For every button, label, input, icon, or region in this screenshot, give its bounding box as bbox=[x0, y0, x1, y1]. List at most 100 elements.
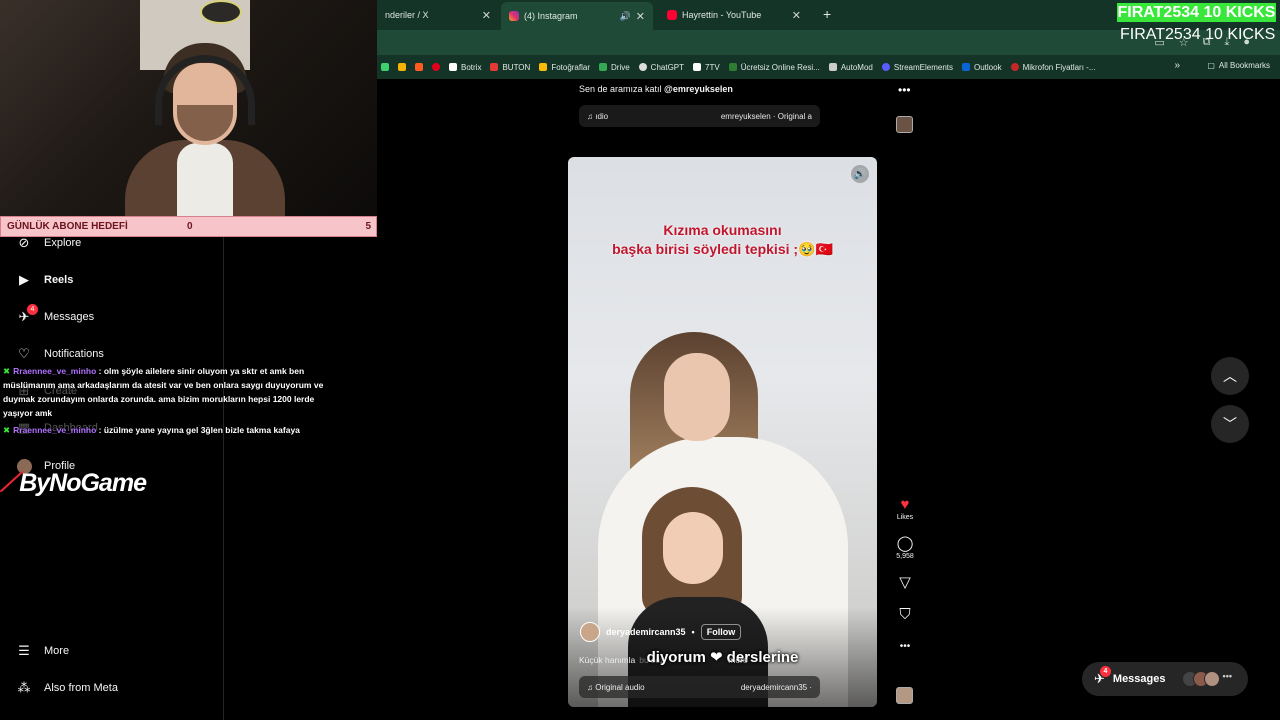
chat-message: ✖ Rraennee_ve_minho : üzülme yane yayına … bbox=[3, 423, 343, 437]
tab-label: nderiler / X bbox=[385, 10, 429, 20]
logo-mark-icon: ⟋ bbox=[0, 467, 18, 497]
caption-handle[interactable]: @emreyukselen bbox=[664, 84, 733, 94]
author-username[interactable]: deryademircann35 bbox=[606, 627, 686, 637]
speaker-icon[interactable]: 🔊 bbox=[851, 165, 869, 183]
bookmark-chatgpt[interactable]: ChatGPT bbox=[638, 63, 684, 72]
new-tab-button[interactable]: + bbox=[823, 6, 831, 22]
more-options-icon: ••• bbox=[899, 641, 911, 652]
chat-username: Rraennee_ve_minho bbox=[13, 425, 97, 435]
like-button[interactable]: ♥ Likes bbox=[897, 496, 913, 521]
tab-x[interactable]: nderiler / X ✕ bbox=[377, 4, 499, 26]
close-icon[interactable]: ✕ bbox=[636, 10, 645, 23]
bookmark-icon-2[interactable] bbox=[398, 63, 406, 71]
bookmark-icon-1[interactable] bbox=[381, 63, 389, 71]
bookmark-fotograflar[interactable]: Fotoğraflar bbox=[539, 63, 590, 72]
avatar bbox=[1203, 671, 1220, 687]
messages-pill[interactable]: ✈ 4 Messages ••• bbox=[1082, 662, 1248, 696]
more-options-icon[interactable]: ••• bbox=[898, 83, 911, 97]
close-icon[interactable]: ✕ bbox=[482, 9, 491, 22]
sidebar-item-more[interactable]: ☰ More bbox=[16, 643, 69, 659]
heart-icon: ♡ bbox=[18, 346, 30, 361]
subscriber-goal-bar: GÜNLÜK ABONE HEDEFİ 0 5 bbox=[0, 216, 377, 237]
unread-badge: 4 bbox=[27, 304, 38, 315]
tab-label: Hayrettin - YouTube bbox=[682, 10, 762, 20]
more-options-button[interactable]: ••• bbox=[900, 638, 911, 656]
dartboard bbox=[200, 0, 242, 24]
previous-reel-caption: Sen de aramıza katıl @emreyukselen bbox=[579, 84, 733, 94]
bookmark-botrix[interactable]: Botrix bbox=[449, 63, 481, 72]
chat-username: Rraennee_ve_minho bbox=[13, 366, 97, 376]
reel-author: deryademircann35 • Follow bbox=[580, 622, 742, 642]
instagram-icon bbox=[509, 11, 519, 21]
reel-audio[interactable]: ♫ Original audio deryademircann35 · bbox=[579, 676, 820, 698]
chevron-up-icon: ︿ bbox=[1223, 368, 1237, 384]
bookmark-mikrofon[interactable]: Mikrofon Fiyatları -... bbox=[1010, 63, 1095, 72]
save-button[interactable]: ⛉ bbox=[899, 606, 910, 624]
music-icon: ♫ Original audio bbox=[587, 682, 645, 692]
reel-caption: Küçük hanımla bu söz more bbox=[579, 655, 748, 665]
previous-reel-audio[interactable]: ♫ ıdio emreyukselen · Original a bbox=[579, 105, 820, 127]
audio-thumbnail[interactable] bbox=[896, 116, 913, 133]
bookmark-7tv[interactable]: 7TV bbox=[693, 63, 720, 72]
next-reel-button[interactable]: ﹀ bbox=[1211, 405, 1249, 443]
reel-actions: ♥ Likes ◯ 5,958 ▽ ⛉ ••• bbox=[892, 496, 918, 656]
previous-reel-button[interactable]: ︿ bbox=[1211, 357, 1249, 395]
sidebar-item-messages[interactable]: ✈ 4 Messages bbox=[16, 304, 94, 325]
tab-instagram[interactable]: (4) Instagram 🔊 ✕ bbox=[501, 2, 653, 30]
bookmark-automod[interactable]: AutoMod bbox=[828, 63, 873, 72]
recent-chat-avatars: ••• bbox=[1181, 671, 1232, 687]
bookmark-drive[interactable]: Drive bbox=[599, 63, 630, 72]
kicks-alert: FIRAT2534 10 KICKS bbox=[1117, 3, 1276, 22]
share-button[interactable]: ▽ bbox=[899, 574, 911, 592]
youtube-icon bbox=[667, 10, 677, 20]
bookmark-buton[interactable]: BUTON bbox=[490, 63, 530, 72]
menu-icon: ☰ bbox=[18, 643, 30, 658]
stream-chat-overlay: ✖ Rraennee_ve_minho : olm şöyle ailelere … bbox=[3, 364, 343, 440]
avatar[interactable] bbox=[580, 622, 600, 642]
bookmark-resim[interactable]: Ücretsiz Online Resi... bbox=[728, 63, 820, 72]
bookmark-icon: ⛉ bbox=[899, 606, 911, 623]
speaker-icon[interactable]: 🔊 bbox=[620, 11, 631, 22]
bookmarks-bar: Botrix BUTON Fotoğraflar Drive ChatGPT 7… bbox=[377, 55, 1280, 79]
bookmark-outlook[interactable]: Outlook bbox=[962, 63, 1002, 72]
meta-icon: ⁂ bbox=[17, 680, 31, 695]
chat-text: : üzülme yane yayına gel 3ğlen bizle tak… bbox=[98, 425, 300, 435]
tab-youtube[interactable]: Hayrettin - YouTube ✕ bbox=[659, 4, 809, 26]
close-icon[interactable]: ✕ bbox=[792, 9, 801, 22]
kick-badge-icon: ✖ bbox=[3, 366, 11, 376]
streamer bbox=[125, 25, 285, 216]
reel-overlay-title: Kızıma okumasını başka birisi söyledi te… bbox=[612, 222, 833, 257]
sidebar-item-notifications[interactable]: ♡ Notifications bbox=[16, 346, 104, 362]
more-icon: ••• bbox=[1222, 671, 1232, 681]
send-icon: ▽ bbox=[899, 574, 911, 591]
goal-title: GÜNLÜK ABONE HEDEFİ bbox=[7, 221, 128, 232]
webcam-overlay bbox=[0, 0, 377, 216]
all-bookmarks-button[interactable]: ▢ All Bookmarks bbox=[1207, 61, 1270, 70]
follow-button[interactable]: Follow bbox=[700, 624, 742, 640]
more-bookmarks-button[interactable]: » bbox=[1174, 60, 1180, 71]
bookmark-icon-3[interactable] bbox=[415, 63, 423, 71]
comment-button[interactable]: ◯ 5,958 bbox=[896, 535, 914, 560]
folder-icon: ▢ bbox=[1207, 61, 1215, 70]
kicks-alert-echo: FIRAT2534 10 KICKS bbox=[1120, 26, 1276, 43]
bookmark-streamelements[interactable]: StreamElements bbox=[881, 63, 953, 72]
unread-badge: 4 bbox=[1099, 666, 1111, 677]
reels-icon: ▶ bbox=[19, 272, 29, 287]
tab-label: (4) Instagram bbox=[524, 11, 578, 21]
goal-current: 0 bbox=[187, 221, 193, 232]
sidebar-item-reels[interactable]: ▶ Reels bbox=[16, 272, 73, 288]
chat-message: ✖ Rraennee_ve_minho : olm şöyle ailelere … bbox=[3, 364, 343, 420]
bynogame-logo: ⟋ ByNoGame bbox=[0, 467, 147, 497]
compass-icon: ⊘ bbox=[18, 235, 30, 250]
bookmark-icon-4[interactable] bbox=[432, 63, 440, 71]
music-icon: ♫ ıdio bbox=[587, 111, 609, 121]
chevron-down-icon: ﹀ bbox=[1223, 416, 1237, 432]
audio-thumbnail[interactable] bbox=[896, 687, 913, 704]
goal-target: 5 bbox=[365, 221, 371, 232]
comment-icon: ◯ bbox=[896, 535, 914, 552]
sidebar-item-explore[interactable]: ⊘ Explore bbox=[16, 235, 82, 251]
heart-icon: ♥ bbox=[900, 496, 910, 513]
sidebar-item-also-from-meta[interactable]: ⁂ Also from Meta bbox=[16, 680, 118, 696]
messenger-icon: ✈ 4 bbox=[1094, 666, 1111, 687]
more-link[interactable]: more bbox=[728, 655, 747, 665]
